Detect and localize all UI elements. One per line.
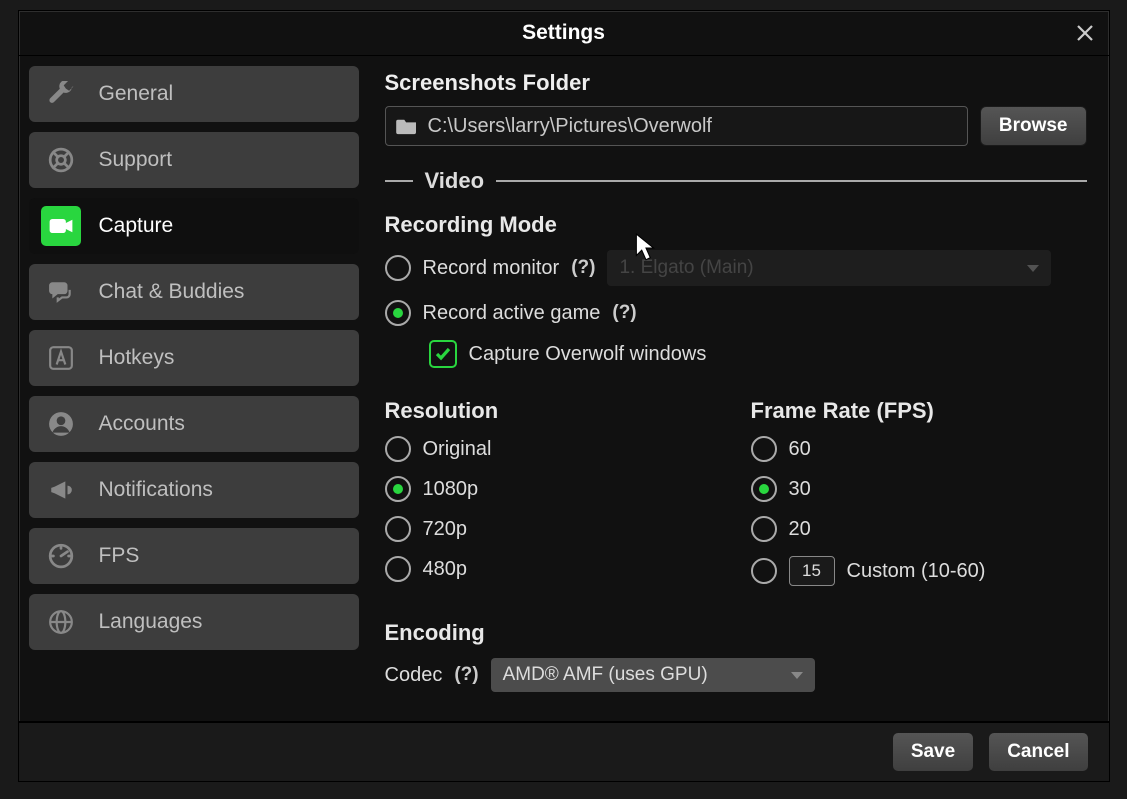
radio-fps-20[interactable]: [751, 516, 777, 542]
close-button[interactable]: [1071, 19, 1099, 47]
gauge-icon: [48, 543, 74, 569]
record-active-game-label: Record active game: [423, 302, 601, 325]
radio-fps-custom[interactable]: [751, 558, 777, 584]
sidebar-item-label: Support: [99, 148, 173, 172]
checkbox-capture-overwolf-windows[interactable]: [429, 340, 457, 368]
camera-icon: [48, 213, 74, 239]
resolution-option-label: 720p: [423, 518, 468, 541]
codec-help[interactable]: (?): [454, 664, 478, 686]
dialog-title: Settings: [522, 21, 605, 45]
sidebar-item-languages[interactable]: Languages: [29, 594, 359, 650]
monitor-select: 1. Elgato (Main): [607, 250, 1051, 286]
codec-select-value: AMD® AMF (uses GPU): [503, 664, 708, 686]
radio-resolution-480p[interactable]: [385, 556, 411, 582]
sidebar-item-label: General: [99, 82, 174, 106]
sidebar-item-label: FPS: [99, 544, 140, 568]
megaphone-icon: [48, 477, 74, 503]
fps-option-label: 20: [789, 518, 811, 541]
sidebar-item-label: Accounts: [99, 412, 185, 436]
screenshots-path-value: C:\Users\larry\Pictures\Overwolf: [428, 115, 713, 138]
fps-custom-input[interactable]: [789, 556, 835, 586]
recording-mode-heading: Recording Mode: [385, 212, 1087, 238]
resolution-option-label: 1080p: [423, 478, 479, 501]
sidebar-item-capture[interactable]: Capture: [29, 198, 359, 254]
video-section-label: Video: [425, 168, 485, 194]
chevron-down-icon: [1027, 265, 1039, 272]
globe-icon: [48, 609, 74, 635]
chevron-down-icon: [791, 672, 803, 679]
codec-select[interactable]: AMD® AMF (uses GPU): [491, 658, 815, 692]
sidebar-item-label: Notifications: [99, 478, 213, 502]
sidebar-item-label: Chat & Buddies: [99, 280, 245, 304]
sidebar-item-general[interactable]: General: [29, 66, 359, 122]
fps-option-label: 60: [789, 438, 811, 461]
folder-icon: [396, 117, 418, 135]
sidebar-item-hotkeys[interactable]: Hotkeys: [29, 330, 359, 386]
sidebar-item-support[interactable]: Support: [29, 132, 359, 188]
resolution-option-label: 480p: [423, 558, 468, 581]
settings-content[interactable]: Screenshots Folder C:\Users\larry\Pictur…: [367, 56, 1109, 721]
sidebar-item-notifications[interactable]: Notifications: [29, 462, 359, 518]
fps-option-label: 30: [789, 478, 811, 501]
browse-button[interactable]: Browse: [980, 106, 1087, 146]
radio-fps-60[interactable]: [751, 436, 777, 462]
user-icon: [48, 411, 74, 437]
fps-custom-label: Custom (10-60): [847, 560, 986, 583]
resolution-option-label: Original: [423, 438, 492, 461]
radio-resolution-1080p[interactable]: [385, 476, 411, 502]
screenshots-path-input[interactable]: C:\Users\larry\Pictures\Overwolf: [385, 106, 968, 146]
radio-resolution-720p[interactable]: [385, 516, 411, 542]
titlebar: Settings: [19, 11, 1109, 56]
sidebar: General Support Capture Chat & Buddies H…: [19, 56, 367, 721]
sidebar-item-label: Capture: [99, 214, 174, 238]
lifebuoy-icon: [48, 147, 74, 173]
screenshots-folder-heading: Screenshots Folder: [385, 70, 1087, 96]
radio-fps-30[interactable]: [751, 476, 777, 502]
resolution-group: Resolution Original 1080p 720p 480p: [385, 392, 721, 600]
settings-dialog: Settings General Support Capture Chat & …: [18, 10, 1110, 782]
fps-heading: Frame Rate (FPS): [751, 398, 1087, 424]
sidebar-item-fps[interactable]: FPS: [29, 528, 359, 584]
record-active-game-help[interactable]: (?): [612, 302, 636, 324]
record-monitor-help[interactable]: (?): [571, 257, 595, 279]
sidebar-item-accounts[interactable]: Accounts: [29, 396, 359, 452]
close-icon: [1075, 23, 1095, 43]
resolution-heading: Resolution: [385, 398, 721, 424]
wrench-icon: [48, 81, 74, 107]
radio-record-monitor[interactable]: [385, 255, 411, 281]
monitor-select-value: 1. Elgato (Main): [619, 257, 753, 279]
encoding-heading: Encoding: [385, 620, 1087, 646]
save-button[interactable]: Save: [892, 732, 974, 772]
cancel-button[interactable]: Cancel: [988, 732, 1088, 772]
check-icon: [435, 346, 451, 362]
sidebar-item-chat-buddies[interactable]: Chat & Buddies: [29, 264, 359, 320]
radio-resolution-original[interactable]: [385, 436, 411, 462]
sidebar-item-label: Hotkeys: [99, 346, 175, 370]
fps-group: Frame Rate (FPS) 60 30 20 Custom (10-60): [751, 392, 1087, 600]
dialog-footer: Save Cancel: [19, 721, 1109, 781]
capture-overwolf-label: Capture Overwolf windows: [469, 343, 707, 366]
video-section-divider: Video: [385, 168, 1087, 194]
letter-a-icon: [48, 345, 74, 371]
chat-icon: [48, 279, 74, 305]
codec-label: Codec: [385, 664, 443, 687]
sidebar-item-label: Languages: [99, 610, 203, 634]
radio-record-active-game[interactable]: [385, 300, 411, 326]
record-monitor-label: Record monitor: [423, 257, 560, 280]
